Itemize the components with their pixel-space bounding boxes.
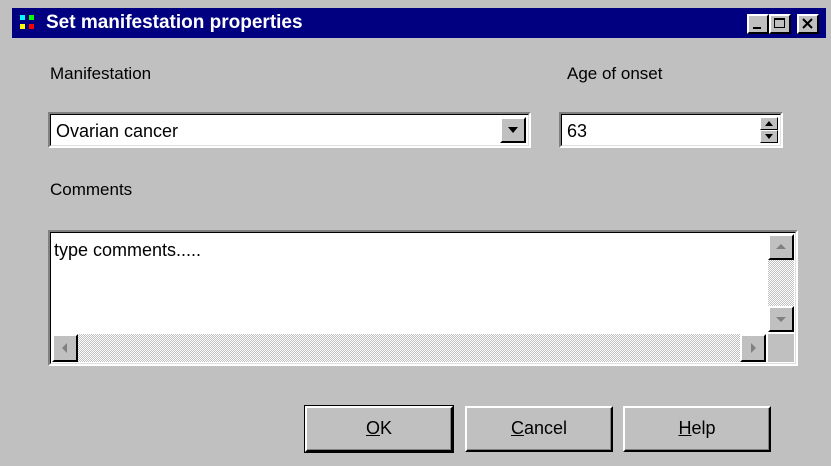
spin-up-button[interactable] [760, 117, 778, 130]
spinner-buttons [760, 117, 778, 143]
arrow-left-icon [62, 343, 67, 353]
arrow-down-icon [776, 317, 786, 322]
scroll-up-button[interactable] [768, 234, 794, 260]
age-of-onset-value: 63 [567, 121, 588, 141]
chevron-down-icon [508, 127, 518, 133]
scroll-left-button[interactable] [52, 334, 78, 362]
scroll-down-button[interactable] [768, 306, 794, 332]
comments-text: type comments..... [54, 240, 202, 260]
title-bar[interactable]: Set manifestation properties [12, 8, 826, 38]
dialog-window: Set manifestation properties Manifestati… [0, 0, 831, 466]
ok-mnemonic: O [365, 418, 380, 438]
help-label: elp [691, 418, 716, 438]
age-of-onset-spinner[interactable]: 63 [559, 112, 783, 148]
maximize-icon [774, 18, 785, 28]
manifestation-dropdown[interactable]: Ovarian cancer [48, 112, 531, 148]
arrow-down-icon [765, 134, 773, 139]
minimize-button[interactable] [747, 14, 769, 34]
spin-down-button[interactable] [760, 130, 778, 143]
help-mnemonic: H [678, 418, 692, 438]
close-button[interactable] [797, 14, 819, 34]
horizontal-scrollbar[interactable] [52, 334, 766, 362]
help-button[interactable]: Help [623, 406, 771, 452]
arrow-right-icon [751, 343, 756, 353]
close-icon [802, 18, 813, 29]
manifestation-label: Manifestation [50, 64, 152, 83]
ok-button[interactable]: OK [304, 405, 454, 453]
scroll-right-button[interactable] [740, 334, 766, 362]
cancel-label: ancel [523, 418, 568, 438]
age-of-onset-label: Age of onset [567, 64, 663, 83]
arrow-up-icon [765, 121, 773, 126]
minimize-icon [753, 27, 761, 29]
manifestation-value: Ovarian cancer [56, 121, 179, 141]
comments-label: Comments [50, 180, 133, 199]
cancel-button[interactable]: Cancel [465, 406, 613, 452]
window-title: Set manifestation properties [46, 12, 303, 33]
arrow-up-icon [776, 244, 786, 249]
app-icon [20, 15, 36, 31]
cancel-mnemonic: C [510, 418, 524, 438]
scrollbar-corner [768, 334, 794, 362]
comments-textarea[interactable]: type comments..... [48, 230, 798, 366]
vertical-scrollbar[interactable] [768, 234, 794, 332]
ok-label: K [380, 418, 393, 438]
maximize-button[interactable] [769, 14, 791, 34]
dropdown-arrow-button[interactable] [500, 117, 526, 143]
